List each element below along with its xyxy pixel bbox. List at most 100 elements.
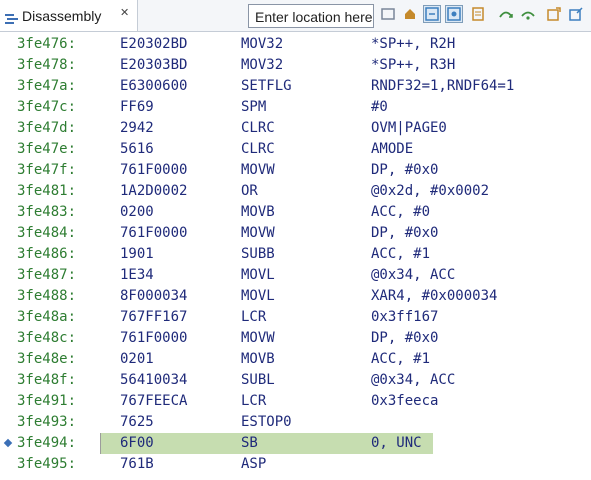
refresh-button[interactable] [380,6,396,22]
operands: OVM|PAGE0 [371,120,447,136]
source-icon [472,7,484,21]
operands: *SP++, R2H [371,36,456,52]
instruction-row[interactable]: 3fe47e: 5616 CLRC AMODE [0,139,591,160]
mnemonic: ESTOP0 [241,414,292,430]
new-view-button[interactable] [546,6,562,22]
opcode-bytes: 761B [120,456,154,472]
program-counter-icon [3,438,13,448]
operands: AMODE [371,141,414,157]
address: 3fe481: [17,183,77,199]
opcode-bytes: 767FF167 [120,309,188,325]
operands: @0x34, ACC [371,267,456,283]
sync-button[interactable] [423,5,441,23]
opcode-bytes: 8F000034 [120,288,188,304]
instruction-row[interactable]: 3fe483: 0200 MOVB ACC, #0 [0,202,591,223]
operands: DP, #0x0 [371,330,439,346]
instruction-row[interactable]: 3fe48a: 767FF167 LCR 0x3ff167 [0,307,591,328]
operands: 0, UNC [371,435,422,451]
operands: RNDF32=1,RNDF64=1 [371,78,515,94]
address: 3fe487: [17,267,77,283]
opcode-bytes: 1E34 [120,267,154,283]
tab-disassembly[interactable]: Disassembly ✕ [0,0,138,31]
instruction-row[interactable]: 3fe47d: 2942 CLRC OVM|PAGE0 [0,118,591,139]
opcode-bytes: 1901 [120,246,154,262]
pin-button[interactable] [568,6,584,22]
tab-label: Disassembly [22,8,102,24]
mnemonic: SETFLG [241,78,292,94]
mnemonic: SPM [241,99,267,115]
mnemonic: MOVB [241,351,275,367]
disassembly-list[interactable]: 3fe476: E20302BD MOV32 *SP++, R2H 3fe478: E20… [0,34,591,475]
step-over-button[interactable] [498,6,514,22]
opcode-bytes: E20303BD [120,57,188,73]
mnemonic: MOV32 [241,36,284,52]
step-return-button[interactable] [520,6,536,22]
address: 3fe48c: [17,330,77,346]
disassembly-view: Disassembly ✕ 3fe476: E20302BD MOV32 *SP++,… [0,0,591,480]
mnemonic: CLRC [241,120,275,136]
opcode-bytes: 761F0000 [120,225,188,241]
instruction-row[interactable]: 3fe484: 761F0000 MOVW DP, #0x0 [0,223,591,244]
source-lookup-button[interactable] [470,6,486,22]
mnemonic: SUBB [241,246,275,262]
step-return-icon [521,11,535,20]
instruction-row[interactable]: 3fe47c: FF69 SPM #0 [0,97,591,118]
address: 3fe494: [17,435,77,451]
link-with-debug-button[interactable] [445,5,463,23]
instruction-row[interactable]: 3fe48c: 761F0000 MOVW DP, #0x0 [0,328,591,349]
mnemonic: SUBL [241,372,275,388]
address: 3fe47c: [17,99,77,115]
instruction-row[interactable]: 3fe478: E20303BD MOV32 *SP++, R3H [0,55,591,76]
sync-icon [425,7,439,21]
address: 3fe47f: [17,162,77,178]
operands: ACC, #0 [371,204,431,220]
mnemonic: LCR [241,393,267,409]
operands: DP, #0x0 [371,162,439,178]
address: 3fe484: [17,225,77,241]
instruction-row[interactable]: 3fe488: 8F000034 MOVL XAR4, #0x000034 [0,286,591,307]
address: 3fe48a: [17,309,77,325]
operands: @0x2d, #0x0002 [371,183,490,199]
operands: ACC, #1 [371,246,431,262]
operands: @0x34, ACC [371,372,456,388]
location-field[interactable] [248,4,374,28]
instruction-row[interactable]: 3fe491: 767FEECA LCR 0x3feeca [0,391,591,412]
instruction-row[interactable]: 3fe486: 1901 SUBB ACC, #1 [0,244,591,265]
close-icon[interactable]: ✕ [120,6,129,19]
step-icon [499,11,513,18]
instruction-row[interactable]: 3fe476: E20302BD MOV32 *SP++, R2H [0,34,591,55]
instruction-row[interactable]: 3fe487: 1E34 MOVL @0x34, ACC [0,265,591,286]
address: 3fe488: [17,288,77,304]
new-view-icon [547,7,561,21]
disassembly-icon [5,10,19,24]
mnemonic: MOVW [241,225,275,241]
instruction-row[interactable]: 3fe47f: 761F0000 MOVW DP, #0x0 [0,160,591,181]
location-input[interactable] [249,5,373,27]
instruction-row[interactable]: 3fe495: 761B ASP [0,454,591,475]
mnemonic: ASP [241,456,267,472]
mnemonic: MOVW [241,162,275,178]
current-instruction-row[interactable]: 3fe494: 6F00 SB 0, UNC [0,433,591,454]
address: 3fe486: [17,246,77,262]
opcode-bytes: 1A2D0002 [120,183,188,199]
instruction-row[interactable]: 3fe493: 7625 ESTOP0 [0,412,591,433]
opcode-bytes: 0200 [120,204,154,220]
address: 3fe48e: [17,351,77,367]
view-toolbar: Disassembly ✕ [0,0,591,32]
opcode-bytes: 5616 [120,141,154,157]
opcode-bytes: E6300600 [120,78,188,94]
address: 3fe495: [17,456,77,472]
opcode-bytes: FF69 [120,99,154,115]
instruction-row[interactable]: 3fe48f: 56410034 SUBL @0x34, ACC [0,370,591,391]
instruction-row[interactable]: 3fe481: 1A2D0002 OR @0x2d, #0x0002 [0,181,591,202]
link-icon [447,7,461,21]
home-button[interactable] [402,6,418,22]
opcode-bytes: 56410034 [120,372,188,388]
pin-icon [569,7,583,21]
instruction-row[interactable]: 3fe48e: 0201 MOVB ACC, #1 [0,349,591,370]
instruction-row[interactable]: 3fe47a: E6300600 SETFLG RNDF32=1,RNDF64=1 [0,76,591,97]
operands: XAR4, #0x000034 [371,288,498,304]
mnemonic: MOVW [241,330,275,346]
opcode-bytes: 761F0000 [120,162,188,178]
address: 3fe48f: [17,372,77,388]
